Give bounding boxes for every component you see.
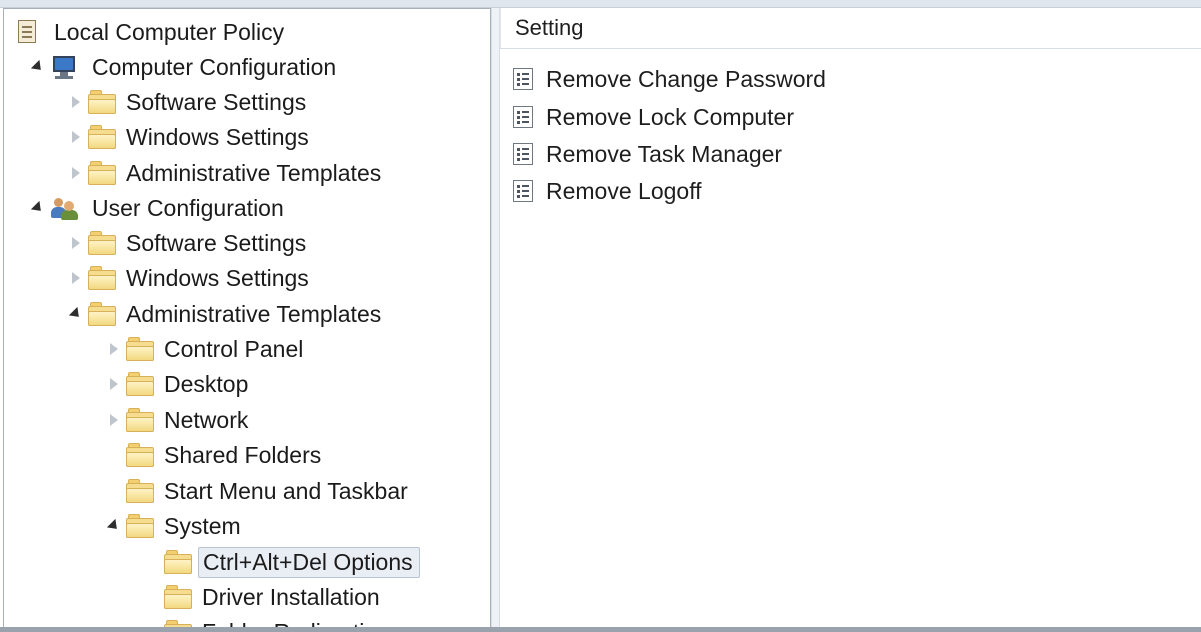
collapsed-arrow-icon[interactable]: [104, 339, 124, 359]
tree-item-user-configuration[interactable]: User Configuration: [28, 191, 290, 225]
tree-item-label: Start Menu and Taskbar: [164, 477, 408, 504]
tree-item-start-menu-and-taskbar[interactable]: Start Menu and Taskbar: [104, 474, 414, 508]
column-header-setting[interactable]: Setting: [500, 8, 1201, 49]
tree-item-local-computer-policy[interactable]: Local Computer Policy: [14, 15, 290, 49]
tree-item-label: Windows Settings: [126, 123, 309, 150]
folder-icon: [164, 550, 192, 574]
tree-item-ctrl-alt-del-options[interactable]: Ctrl+Alt+Del Options: [142, 545, 420, 579]
tree-item-label: Ctrl+Alt+Del Options: [198, 546, 420, 578]
collapsed-arrow-icon[interactable]: [66, 268, 86, 288]
no-arrow-spacer: [104, 445, 124, 465]
folder-icon: [126, 408, 154, 432]
window-bottom-border: [0, 627, 1201, 632]
expanded-arrow-icon[interactable]: [66, 304, 86, 324]
tree-item-label: Computer Configuration: [92, 53, 337, 80]
tree-item-desktop[interactable]: Desktop: [104, 367, 254, 401]
collapsed-arrow-icon[interactable]: [66, 92, 86, 112]
setting-remove-task-manager[interactable]: Remove Task Manager: [512, 138, 782, 170]
no-arrow-spacer: [142, 587, 162, 607]
folder-icon: [126, 514, 154, 538]
setting-remove-change-password[interactable]: Remove Change Password: [512, 63, 826, 95]
setting-label: Remove Lock Computer: [546, 103, 794, 130]
folder-icon: [88, 231, 116, 255]
tree-item-label: Windows Settings: [126, 264, 309, 291]
policy-setting-icon: [512, 105, 534, 129]
folder-icon: [126, 337, 154, 361]
folder-icon: [88, 266, 116, 290]
policy-setting-icon: [512, 142, 534, 166]
policy-setting-icon: [512, 67, 534, 91]
no-arrow-spacer: [142, 552, 162, 572]
tree-item-software-settings[interactable]: Software Settings: [66, 226, 312, 260]
setting-remove-lock-computer[interactable]: Remove Lock Computer: [512, 101, 794, 133]
folder-icon: [88, 161, 116, 185]
setting-label: Remove Logoff: [546, 177, 702, 204]
tree-item-control-panel[interactable]: Control Panel: [104, 332, 309, 366]
tree-item-driver-installation[interactable]: Driver Installation: [142, 580, 386, 614]
tree-item-label: Software Settings: [126, 88, 307, 115]
no-arrow-spacer: [104, 481, 124, 501]
folder-icon: [126, 443, 154, 467]
tree-item-label: Control Panel: [164, 335, 304, 362]
tree-item-administrative-templates[interactable]: Administrative Templates: [66, 297, 387, 331]
tree-item-label: Network: [164, 406, 249, 433]
tree-item-system[interactable]: System: [104, 509, 247, 543]
tree-item-label: Software Settings: [126, 229, 307, 256]
tree-item-windows-settings[interactable]: Windows Settings: [66, 120, 315, 154]
folder-icon: [126, 479, 154, 503]
folder-icon: [88, 90, 116, 114]
folder-icon: [88, 125, 116, 149]
users-icon: [50, 195, 80, 221]
collapsed-arrow-icon[interactable]: [104, 410, 124, 430]
tree-item-label: Administrative Templates: [126, 300, 382, 327]
tree-item-label: Shared Folders: [164, 441, 322, 468]
tree-item-label: User Configuration: [92, 194, 284, 221]
expanded-arrow-icon[interactable]: [28, 57, 48, 77]
tree-item-label: Administrative Templates: [126, 159, 382, 186]
column-header-label: Setting: [515, 15, 584, 40]
expanded-arrow-icon[interactable]: [104, 516, 124, 536]
policy-icon: [14, 19, 40, 45]
collapsed-arrow-icon[interactable]: [66, 233, 86, 253]
tree-item-software-settings[interactable]: Software Settings: [66, 85, 312, 119]
pane-splitter[interactable]: [491, 8, 500, 632]
folder-icon: [126, 372, 154, 396]
setting-label: Remove Change Password: [546, 65, 826, 92]
tree-item-computer-configuration[interactable]: Computer Configuration: [28, 50, 342, 84]
collapsed-arrow-icon[interactable]: [66, 127, 86, 147]
setting-label: Remove Task Manager: [546, 140, 783, 167]
tree-item-administrative-templates[interactable]: Administrative Templates: [66, 156, 387, 190]
folder-icon: [164, 585, 192, 609]
tree-item-label: Desktop: [164, 370, 249, 397]
console-tree[interactable]: Local Computer Policy Computer Configura…: [3, 8, 491, 630]
folder-icon: [88, 302, 116, 326]
policy-setting-icon: [512, 179, 534, 203]
collapsed-arrow-icon[interactable]: [104, 374, 124, 394]
setting-remove-logoff[interactable]: Remove Logoff: [512, 175, 702, 207]
computer-icon: [50, 54, 80, 80]
tree-item-label: System: [164, 512, 241, 539]
expanded-arrow-icon[interactable]: [28, 198, 48, 218]
column-separator: [500, 8, 501, 48]
settings-list[interactable]: Setting Remove Change Password Remove Lo…: [500, 8, 1201, 632]
tree-item-label: Driver Installation: [202, 583, 380, 610]
tree-item-shared-folders[interactable]: Shared Folders: [104, 438, 327, 472]
tree-item-windows-settings[interactable]: Windows Settings: [66, 261, 315, 295]
window-top-border: [0, 0, 1201, 8]
collapsed-arrow-icon[interactable]: [66, 163, 86, 183]
tree-item-label: Local Computer Policy: [54, 18, 285, 45]
tree-item-network[interactable]: Network: [104, 403, 254, 437]
